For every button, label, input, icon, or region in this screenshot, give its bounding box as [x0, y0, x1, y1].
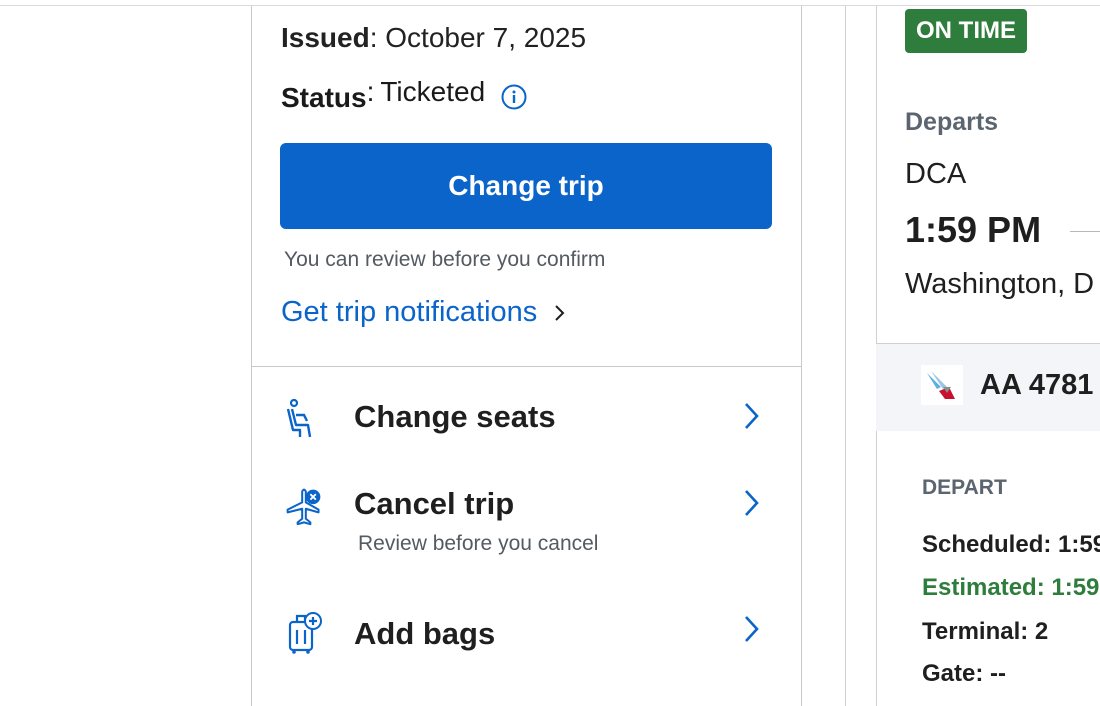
departure-time: 1:59 PM: [905, 209, 1042, 250]
flight-number: AA 4781: [980, 369, 1094, 401]
terminal-info: Terminal: 2: [922, 618, 1049, 645]
departs-label: Departs: [905, 108, 999, 136]
panel-divider: [845, 6, 846, 706]
add-bags-label: Add bags: [354, 616, 496, 651]
airline-logo: [921, 365, 963, 405]
cancel-trip-action[interactable]: Cancel trip Review before you cancel: [252, 476, 801, 566]
section-divider: [252, 366, 801, 367]
chevron-right-icon: [745, 490, 759, 516]
add-bags-action[interactable]: Add bags: [252, 604, 801, 674]
route-line: [1070, 231, 1100, 232]
estimated-time: Estimated: 1:59: [922, 574, 1100, 601]
plane-cancel-icon: [286, 488, 321, 526]
issued-label: Issued: [281, 22, 370, 53]
departure-airport-code: DCA: [905, 158, 967, 190]
status-label: Status: [281, 82, 367, 113]
review-note: You can review before you confirm: [284, 248, 606, 271]
status-row: Status: Ticketed: [281, 76, 527, 114]
trip-summary-card: Issued: October 7, 2025 Status: Ticketed…: [251, 6, 802, 706]
chevron-right-icon: [745, 616, 759, 642]
cancel-trip-sublabel: Review before you cancel: [358, 532, 599, 555]
departure-city: Washington, D: [905, 268, 1095, 300]
bag-add-icon: [288, 612, 322, 654]
info-icon[interactable]: [501, 84, 527, 110]
status-colon: :: [366, 76, 375, 107]
change-seats-label: Change seats: [354, 399, 556, 434]
cancel-trip-label: Cancel trip: [354, 486, 515, 521]
status-badge: ON TIME: [905, 9, 1027, 53]
issued-row: Issued: October 7, 2025: [281, 22, 587, 53]
change-trip-button[interactable]: Change trip: [280, 143, 772, 229]
gate-info: Gate: --: [922, 660, 1006, 687]
seat-icon: [286, 398, 312, 438]
chevron-right-icon: [555, 304, 565, 321]
chevron-right-icon: [745, 403, 759, 429]
change-seats-action[interactable]: Change seats: [252, 381, 801, 451]
scheduled-time: Scheduled: 1:59: [922, 531, 1100, 558]
issued-value: October 7, 2025: [385, 22, 587, 53]
trip-notifications-link[interactable]: Get trip notifications: [281, 296, 567, 329]
depart-header: DEPART: [922, 476, 1007, 499]
trip-notifications-label: Get trip notifications: [281, 296, 538, 328]
status-value: Ticketed: [380, 76, 486, 107]
